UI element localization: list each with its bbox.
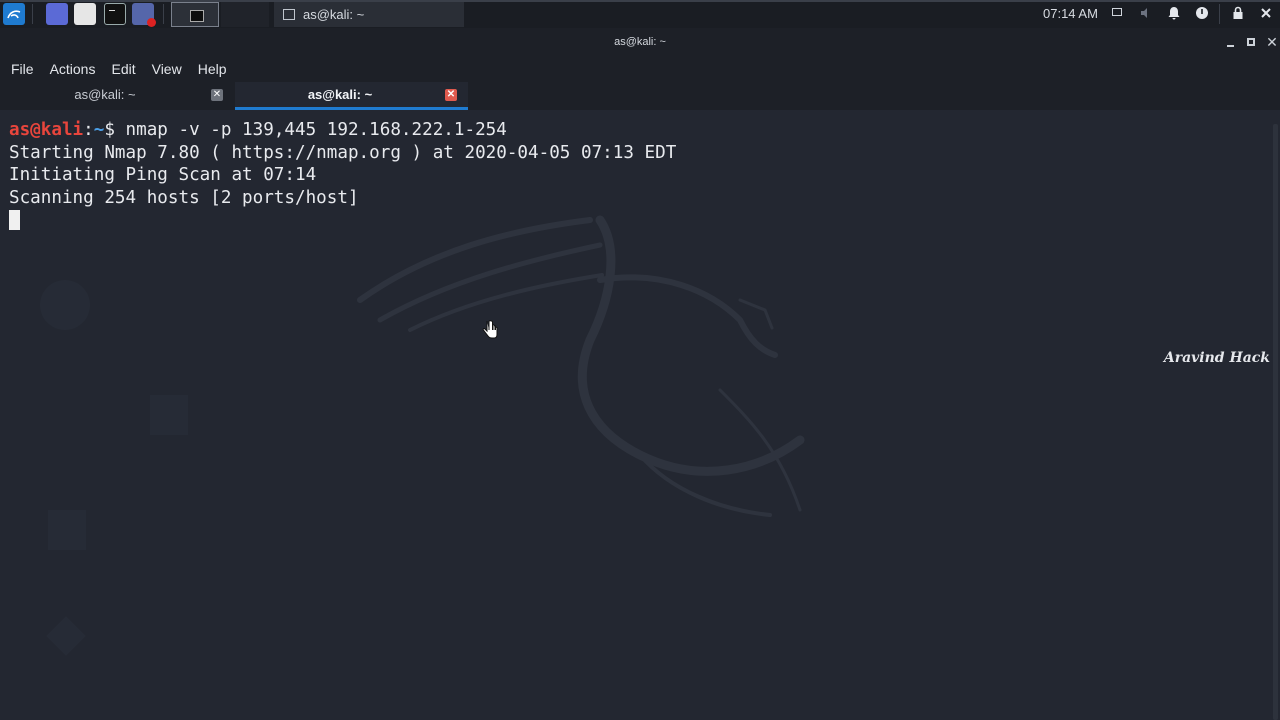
text-cursor	[9, 210, 20, 230]
menu-view[interactable]: View	[152, 61, 182, 77]
desktop-ghost-icon	[46, 616, 86, 656]
menu-help[interactable]: Help	[198, 61, 227, 77]
minimize-button[interactable]	[1225, 36, 1237, 48]
tab-2-active[interactable]: as@kali: ~ ✕	[235, 82, 468, 110]
kali-dragon-watermark-icon	[357, 215, 805, 517]
menu-bar: File Actions Edit View Help	[0, 56, 1280, 82]
tab-bar: as@kali: ~ ✕ as@kali: ~ ✕	[0, 82, 1280, 110]
notification-bell-icon[interactable]	[1167, 6, 1181, 20]
power-icon[interactable]	[1195, 6, 1209, 20]
tab-1-label: as@kali: ~	[74, 87, 136, 102]
panel-separator	[1219, 4, 1220, 24]
prompt-path: ~	[93, 120, 105, 140]
panel-clock[interactable]: 07:14 AM	[1043, 6, 1098, 21]
browser-launcher-icon[interactable]	[46, 3, 68, 25]
channel-watermark: Aravind Hack	[1163, 350, 1270, 366]
volume-icon[interactable]	[1139, 6, 1153, 20]
workspace-1[interactable]	[171, 2, 219, 27]
tab-2-label: as@kali: ~	[307, 87, 373, 102]
lock-screen-icon[interactable]	[1231, 6, 1245, 20]
window-title: as@kali: ~	[614, 36, 666, 48]
output-line: Scanning 254 hosts [2 ports/host]	[9, 187, 359, 208]
kali-menu-button[interactable]	[3, 3, 25, 25]
maximize-button[interactable]	[1245, 36, 1257, 48]
screen-icon[interactable]	[1111, 6, 1125, 20]
desktop-ghost-icon	[40, 280, 90, 330]
prompt-separator: :	[83, 120, 94, 140]
terminal-icon	[283, 9, 295, 20]
menu-edit[interactable]: Edit	[111, 61, 135, 77]
prompt-symbol: $	[104, 120, 115, 140]
desktop-ghost-icon	[48, 510, 86, 550]
desktop-ghost-icon	[150, 395, 188, 435]
prompt-user: as@kali	[9, 120, 84, 140]
window-titlebar[interactable]: as@kali: ~ ✕	[0, 28, 1280, 56]
taskbar-window-button[interactable]: as@kali: ~	[274, 2, 464, 27]
tab-1[interactable]: as@kali: ~ ✕	[0, 82, 232, 110]
taskbar-window-label: as@kali: ~	[303, 7, 365, 22]
terminal-output: as@kali:~$ nmap -v -p 139,445 192.168.22…	[9, 119, 676, 232]
output-line: Initiating Ping Scan at 07:14	[9, 165, 317, 185]
output-line: Starting Nmap 7.80 ( https://nmap.org ) …	[9, 142, 677, 163]
tab-1-close-icon[interactable]: ✕	[211, 89, 223, 101]
kali-dragon-icon	[7, 10, 21, 19]
panel-separator	[163, 4, 164, 24]
menu-file[interactable]: File	[11, 61, 34, 77]
workspace-window-thumbnail	[190, 10, 204, 22]
terminal-area[interactable]: as@kali:~$ nmap -v -p 139,445 192.168.22…	[0, 110, 1280, 720]
command-text: nmap -v -p 139,445 192.168.222.1-254	[114, 120, 507, 140]
terminal-scrollbar[interactable]	[1273, 124, 1278, 720]
file-manager-launcher-icon[interactable]	[74, 3, 96, 25]
close-window-button[interactable]: ✕	[1266, 35, 1278, 49]
menu-actions[interactable]: Actions	[50, 61, 96, 77]
app-launcher-icon[interactable]	[132, 3, 156, 27]
terminal-launcher-icon[interactable]	[104, 3, 126, 25]
tab-2-close-icon[interactable]: ✕	[445, 89, 457, 101]
logout-icon[interactable]	[1259, 6, 1273, 20]
workspace-2[interactable]	[221, 2, 269, 27]
top-panel: as@kali: ~ 07:14 AM	[0, 0, 1280, 29]
panel-separator	[32, 4, 33, 24]
mouse-hand-cursor-icon	[482, 320, 498, 339]
